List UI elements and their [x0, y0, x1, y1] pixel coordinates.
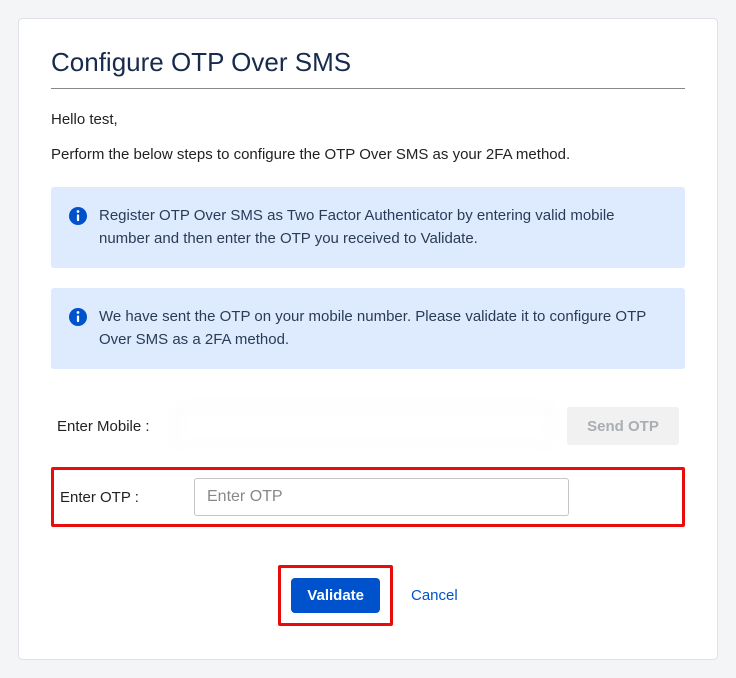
- otp-label: Enter OTP :: [60, 489, 178, 506]
- instruction-text: Perform the below steps to configure the…: [51, 146, 685, 163]
- info-text-sent: We have sent the OTP on your mobile numb…: [99, 306, 665, 351]
- cancel-link[interactable]: Cancel: [411, 587, 458, 604]
- mobile-label: Enter Mobile :: [57, 418, 160, 435]
- mobile-input[interactable]: [176, 407, 551, 445]
- otp-input[interactable]: [194, 478, 569, 516]
- info-text-register: Register OTP Over SMS as Two Factor Auth…: [99, 205, 665, 250]
- validate-highlight: Validate: [278, 565, 393, 626]
- page-title: Configure OTP Over SMS: [51, 47, 685, 89]
- info-box-sent: We have sent the OTP on your mobile numb…: [51, 288, 685, 369]
- greeting-text: Hello test,: [51, 111, 685, 128]
- mobile-row: Enter Mobile : Send OTP: [51, 399, 685, 453]
- info-icon: [69, 207, 87, 225]
- form-area: Enter Mobile : Send OTP Enter OTP : Vali…: [51, 399, 685, 626]
- otp-config-card: Configure OTP Over SMS Hello test, Perfo…: [18, 18, 718, 660]
- otp-row: Enter OTP :: [51, 467, 685, 527]
- info-box-register: Register OTP Over SMS as Two Factor Auth…: [51, 187, 685, 268]
- info-icon: [69, 308, 87, 326]
- actions-row: Validate Cancel: [51, 565, 685, 626]
- send-otp-button[interactable]: Send OTP: [567, 407, 679, 445]
- validate-button[interactable]: Validate: [291, 578, 380, 613]
